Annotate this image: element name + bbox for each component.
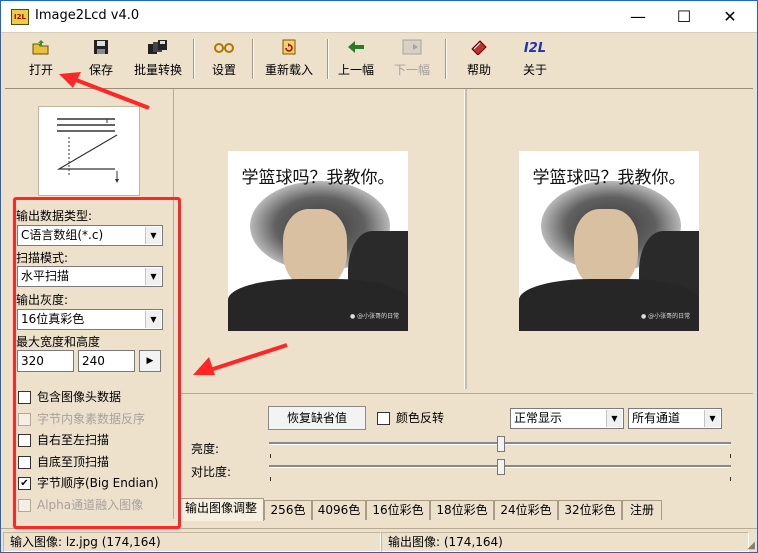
status-bar: 输入图像: lz.jpg (174,164) 输出图像: (174,164) ◢ [1, 528, 757, 552]
display-mode-select[interactable]: 正常显示 ▼ [510, 408, 624, 429]
next-arrow-icon [391, 39, 433, 59]
settings-label: 设置 [211, 63, 236, 77]
batch-convert-icon [130, 39, 186, 59]
annotation-arrow-icon [193, 343, 288, 375]
contrast-slider-thumb[interactable] [497, 459, 505, 475]
resize-grip-icon[interactable]: ◢ [747, 540, 755, 551]
reload-label: 重新载入 [264, 63, 313, 77]
about-button[interactable]: I2L 关于 [517, 37, 553, 83]
maximize-button[interactable]: ☐ [661, 1, 707, 32]
output-image-caption: 学篮球吗？我教你。 [532, 168, 686, 188]
chevron-down-icon: ▼ [606, 410, 622, 427]
slider-tick [730, 454, 731, 458]
title-divider [1, 32, 757, 33]
output-image-panel: 学篮球吗？我教你。 ● @小张哥的日常 [468, 89, 753, 389]
channel-value: 所有通道 [632, 411, 681, 425]
help-button[interactable]: 帮助 [461, 37, 497, 83]
reload-button[interactable]: 重新载入 [259, 37, 319, 83]
slider-tick [270, 454, 271, 458]
tab-16bit-color[interactable]: 16位彩色 [366, 500, 430, 520]
help-label: 帮助 [466, 63, 491, 77]
brightness-slider-thumb[interactable] [497, 436, 505, 452]
about-i2l-icon: I2L [523, 41, 547, 56]
adjust-panel: 恢复缺省值 颜色反转 正常显示 ▼ 所有通道 ▼ 亮度: 对比度: [179, 393, 753, 500]
close-button[interactable]: ✕ [707, 1, 753, 32]
invert-color-option[interactable]: 颜色反转 [377, 410, 444, 426]
open-button[interactable]: 打开 [21, 37, 61, 83]
settings-button[interactable]: 设置 [205, 37, 243, 83]
tab-register[interactable]: 注册 [622, 500, 662, 520]
about-label: 关于 [522, 63, 547, 77]
chevron-down-icon: ▼ [704, 410, 720, 427]
settings-glasses-icon [205, 39, 243, 59]
panel-divider[interactable] [464, 89, 467, 389]
toolbar-separator [252, 39, 254, 79]
tab-18bit-color[interactable]: 18位彩色 [430, 500, 494, 520]
tab-output-adjust[interactable]: 输出图像调整 [178, 498, 264, 521]
toolbar-separator [193, 39, 195, 79]
tab-256-color[interactable]: 256色 [264, 500, 312, 520]
tab-24bit-color[interactable]: 24位彩色 [494, 500, 558, 520]
save-disk-icon [83, 39, 119, 59]
invert-color-label: 颜色反转 [396, 411, 445, 425]
output-image: 学篮球吗？我教你。 ● @小张哥的日常 [519, 151, 699, 331]
slider-tick [730, 477, 731, 481]
previous-arrow-icon [335, 39, 377, 59]
output-image-status: 输出图像: (174,164) [381, 532, 749, 552]
toolbar-separator [327, 39, 329, 79]
checkbox-invert-color[interactable] [377, 412, 390, 425]
app-window: I2L Image2Lcd v4.0 — ☐ ✕ 打开 保存 批量转换 设置 重… [0, 0, 758, 553]
tab-4096-color[interactable]: 4096色 [312, 500, 366, 520]
window-title: Image2Lcd v4.0 [35, 8, 140, 23]
next-label: 下一幅 [393, 63, 430, 77]
input-image-watermark: ● @小张哥的日常 [350, 313, 400, 320]
open-folder-icon [21, 39, 61, 59]
previous-button[interactable]: 上一幅 [335, 37, 377, 83]
next-button[interactable]: 下一幅 [391, 37, 433, 83]
channel-select[interactable]: 所有通道 ▼ [628, 408, 722, 429]
brightness-label: 亮度: [191, 442, 220, 456]
annotation-arrow-icon [59, 72, 150, 110]
tab-32bit-color[interactable]: 32位彩色 [558, 500, 622, 520]
output-image-watermark: ● @小张哥的日常 [641, 313, 691, 320]
restore-defaults-button[interactable]: 恢复缺省值 [268, 406, 366, 430]
toolbar-separator [445, 39, 447, 79]
help-book-icon [461, 39, 497, 59]
minimize-button[interactable]: — [615, 1, 661, 32]
slider-tick [270, 477, 271, 481]
input-image: 学篮球吗？我教你。 ● @小张哥的日常 [228, 151, 408, 331]
scan-direction-icon [56, 118, 119, 183]
scan-direction-preview [38, 106, 140, 196]
input-image-caption: 学篮球吗？我教你。 [241, 168, 395, 188]
app-icon: I2L [11, 9, 29, 25]
open-label: 打开 [28, 63, 53, 77]
input-image-status: 输入图像: lz.jpg (174,164) [3, 532, 381, 552]
contrast-label: 对比度: [191, 465, 232, 479]
title-bar: I2L Image2Lcd v4.0 — ☐ ✕ [1, 1, 757, 32]
reload-icon [259, 39, 319, 59]
highlight-frame [13, 197, 181, 529]
previous-label: 上一幅 [337, 63, 374, 77]
display-mode-value: 正常显示 [514, 411, 563, 425]
